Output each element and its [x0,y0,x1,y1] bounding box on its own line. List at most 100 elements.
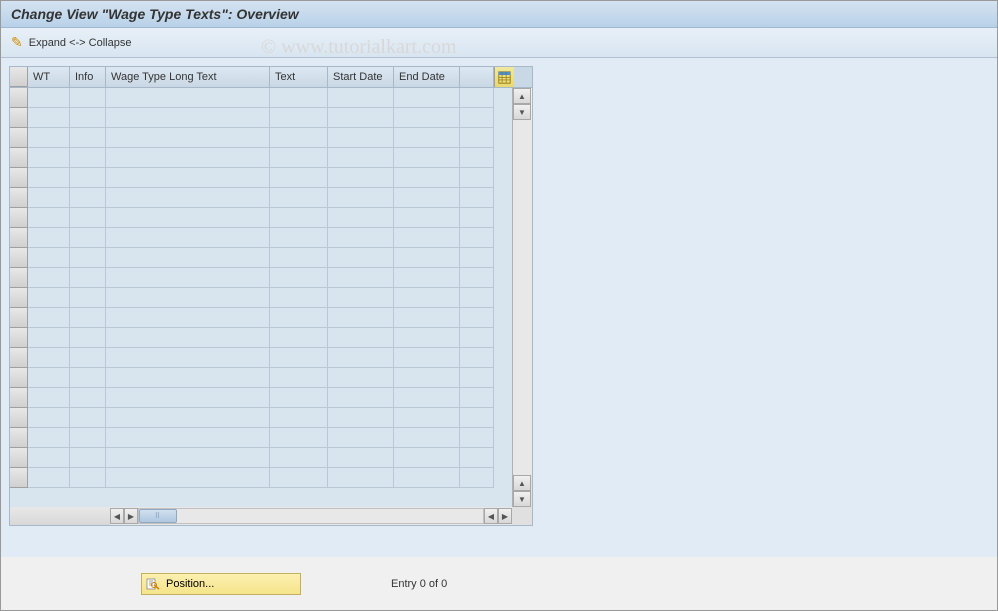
table-cell[interactable] [460,468,494,488]
table-cell[interactable] [28,208,70,228]
table-cell[interactable] [28,228,70,248]
row-selector[interactable] [10,248,28,268]
hscroll-left-end-button[interactable]: ◀ [484,508,498,524]
table-cell[interactable] [394,288,460,308]
table-cell[interactable] [394,128,460,148]
table-cell[interactable] [70,328,106,348]
row-selector[interactable] [10,388,28,408]
vscroll-track[interactable] [513,120,532,475]
hscroll-left-button[interactable]: ◀ [110,508,124,524]
table-cell[interactable] [270,328,328,348]
column-header-longtext[interactable]: Wage Type Long Text [106,67,270,87]
table-cell[interactable] [106,408,270,428]
table-cell[interactable] [28,128,70,148]
table-cell[interactable] [70,168,106,188]
table-cell[interactable] [270,228,328,248]
table-cell[interactable] [70,368,106,388]
table-cell[interactable] [106,288,270,308]
table-cell[interactable] [270,188,328,208]
table-config-button[interactable] [494,67,514,87]
table-cell[interactable] [28,428,70,448]
row-selector[interactable] [10,88,28,108]
table-cell[interactable] [460,248,494,268]
pencil-icon[interactable]: ✎ [11,34,23,51]
table-cell[interactable] [394,448,460,468]
table-cell[interactable] [328,248,394,268]
table-cell[interactable] [270,468,328,488]
table-cell[interactable] [460,188,494,208]
table-cell[interactable] [460,408,494,428]
table-cell[interactable] [328,328,394,348]
table-cell[interactable] [394,248,460,268]
table-cell[interactable] [328,228,394,248]
row-selector[interactable] [10,448,28,468]
table-cell[interactable] [460,88,494,108]
table-cell[interactable] [28,248,70,268]
table-cell[interactable] [28,108,70,128]
row-selector[interactable] [10,368,28,388]
table-cell[interactable] [270,288,328,308]
table-cell[interactable] [106,168,270,188]
table-cell[interactable] [106,88,270,108]
table-cell[interactable] [270,248,328,268]
table-cell[interactable] [460,288,494,308]
row-selector[interactable] [10,288,28,308]
table-cell[interactable] [70,468,106,488]
table-cell[interactable] [106,128,270,148]
table-cell[interactable] [70,308,106,328]
table-cell[interactable] [106,468,270,488]
table-cell[interactable] [270,128,328,148]
table-cell[interactable] [70,428,106,448]
table-cell[interactable] [394,428,460,448]
table-cell[interactable] [28,168,70,188]
column-header-end-date[interactable]: End Date [394,67,460,87]
table-cell[interactable] [28,408,70,428]
table-cell[interactable] [394,228,460,248]
table-cell[interactable] [328,448,394,468]
row-selector[interactable] [10,188,28,208]
table-cell[interactable] [328,428,394,448]
table-cell[interactable] [70,228,106,248]
table-cell[interactable] [460,228,494,248]
expand-collapse-button[interactable]: Expand <-> Collapse [29,37,132,49]
table-cell[interactable] [460,268,494,288]
table-cell[interactable] [106,268,270,288]
table-cell[interactable] [70,288,106,308]
table-cell[interactable] [394,328,460,348]
table-cell[interactable] [106,368,270,388]
table-cell[interactable] [460,428,494,448]
table-cell[interactable] [460,208,494,228]
table-cell[interactable] [70,248,106,268]
table-cell[interactable] [460,448,494,468]
table-cell[interactable] [328,108,394,128]
column-header-info[interactable]: Info [70,67,106,87]
table-cell[interactable] [70,448,106,468]
table-cell[interactable] [460,308,494,328]
table-cell[interactable] [270,348,328,368]
scroll-down-bottom-button[interactable]: ▼ [513,491,531,507]
scroll-down-button[interactable]: ▼ [513,104,531,120]
table-cell[interactable] [106,148,270,168]
table-cell[interactable] [28,348,70,368]
position-button[interactable]: Position... [141,573,301,595]
table-cell[interactable] [70,108,106,128]
table-cell[interactable] [28,448,70,468]
table-cell[interactable] [270,268,328,288]
table-cell[interactable] [328,468,394,488]
table-cell[interactable] [394,268,460,288]
table-cell[interactable] [106,428,270,448]
table-cell[interactable] [106,328,270,348]
table-cell[interactable] [28,388,70,408]
table-cell[interactable] [460,348,494,368]
row-selector[interactable] [10,128,28,148]
row-selector[interactable] [10,228,28,248]
table-cell[interactable] [70,268,106,288]
row-selector[interactable] [10,428,28,448]
table-cell[interactable] [394,468,460,488]
table-cell[interactable] [328,168,394,188]
table-cell[interactable] [106,188,270,208]
table-cell[interactable] [28,288,70,308]
row-selector[interactable] [10,408,28,428]
row-selector[interactable] [10,208,28,228]
table-cell[interactable] [28,368,70,388]
